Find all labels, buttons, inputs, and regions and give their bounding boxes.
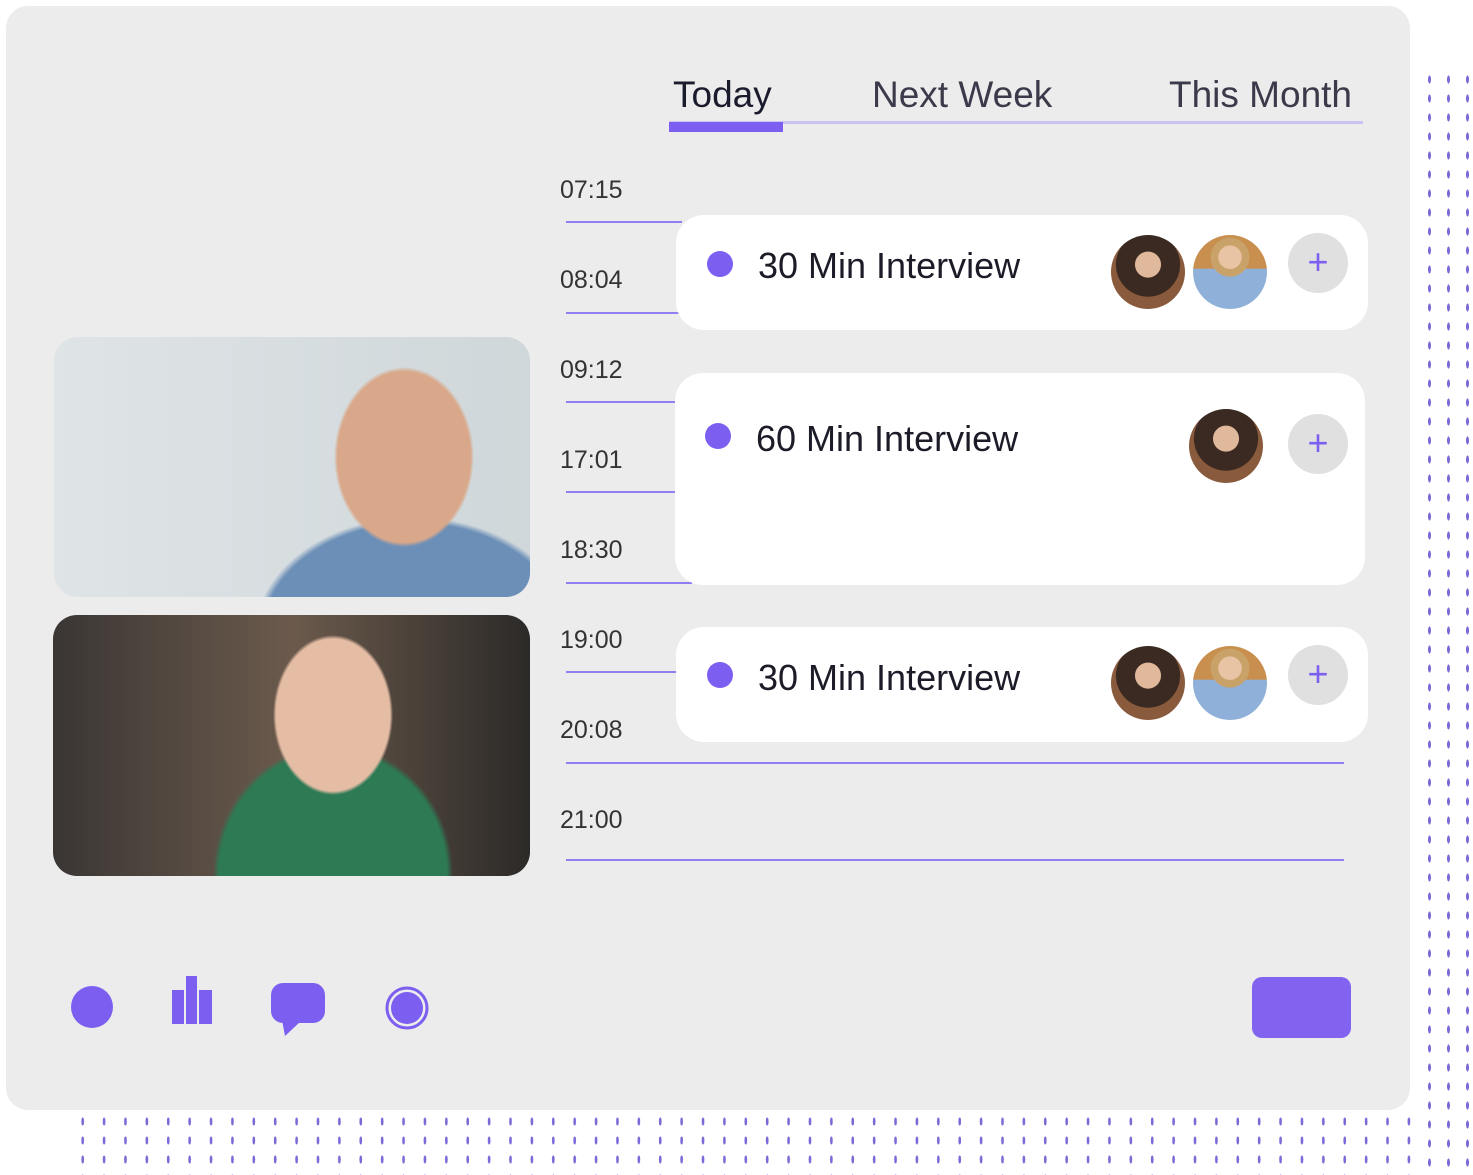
time-divider bbox=[566, 582, 692, 584]
event-status-dot bbox=[705, 423, 731, 449]
chat-icon[interactable] bbox=[271, 983, 325, 1036]
active-tab-indicator bbox=[669, 122, 783, 132]
mic-icon[interactable] bbox=[71, 986, 113, 1028]
record-icon[interactable] bbox=[385, 986, 429, 1030]
participant-avatar[interactable] bbox=[1111, 646, 1185, 720]
event-title: 30 Min Interview bbox=[758, 245, 1021, 286]
call-toolbar bbox=[71, 976, 429, 1036]
dot-pattern-decoration bbox=[1420, 70, 1473, 1175]
action-button[interactable] bbox=[1252, 977, 1351, 1038]
time-divider bbox=[566, 762, 1344, 764]
video-feed-participant bbox=[53, 615, 530, 876]
event-status-dot bbox=[707, 251, 733, 277]
add-participant-button[interactable]: + bbox=[1288, 645, 1348, 705]
time-label: 21:00 bbox=[560, 806, 623, 834]
tab-next-week[interactable]: Next Week bbox=[872, 74, 1052, 116]
event-card[interactable] bbox=[675, 373, 1365, 585]
tab-this-month[interactable]: This Month bbox=[1169, 74, 1352, 116]
participant-avatar[interactable] bbox=[1193, 235, 1267, 309]
time-divider bbox=[566, 671, 682, 673]
event-status-dot bbox=[707, 662, 733, 688]
time-divider bbox=[566, 491, 682, 493]
event-title: 30 Min Interview bbox=[758, 657, 1021, 698]
time-label: 07:15 bbox=[560, 176, 623, 204]
time-label: 18:30 bbox=[560, 536, 623, 564]
time-divider bbox=[566, 859, 1344, 861]
participant-avatar[interactable] bbox=[1189, 409, 1263, 483]
time-divider bbox=[566, 221, 682, 223]
tab-today[interactable]: Today bbox=[673, 74, 772, 116]
time-label: 17:01 bbox=[560, 446, 623, 474]
time-label: 20:08 bbox=[560, 716, 623, 744]
add-participant-button[interactable]: + bbox=[1288, 414, 1348, 474]
time-label: 19:00 bbox=[560, 626, 623, 654]
time-label: 09:12 bbox=[560, 356, 623, 384]
event-title: 60 Min Interview bbox=[756, 418, 1019, 459]
time-divider bbox=[566, 312, 682, 314]
stats-icon[interactable] bbox=[172, 976, 212, 1024]
video-feed-participant bbox=[54, 337, 530, 597]
participant-avatar[interactable] bbox=[1111, 235, 1185, 309]
dot-pattern-decoration bbox=[72, 1112, 1422, 1175]
participant-avatar[interactable] bbox=[1193, 646, 1267, 720]
time-label: 08:04 bbox=[560, 266, 623, 294]
add-participant-button[interactable]: + bbox=[1288, 233, 1348, 293]
time-divider bbox=[566, 401, 682, 403]
